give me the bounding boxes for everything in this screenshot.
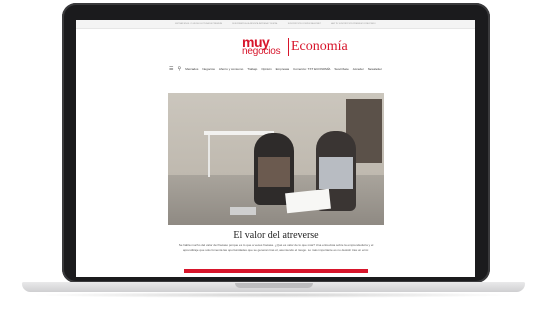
main-nav: ☰ ⚲ Mercados Negocios Ahorro y consumo T… bbox=[76, 64, 475, 74]
section-red-bar bbox=[184, 269, 368, 273]
search-icon[interactable]: ⚲ bbox=[178, 66, 182, 72]
hero-table-leg bbox=[208, 135, 210, 177]
nav-item-empresas[interactable]: Empresas bbox=[276, 67, 290, 71]
nav-item-opinion[interactable]: Opinión bbox=[261, 67, 271, 71]
article-headline[interactable]: El valor del atreverse bbox=[168, 230, 384, 241]
site-logo[interactable]: muy negocios Economía bbox=[76, 34, 475, 60]
laptop-mockup: ENTRAR EN EL CLUB DE LECTURA DE PREMIUM … bbox=[0, 0, 547, 310]
logo-economia: Economía bbox=[291, 39, 348, 54]
topbar-link[interactable]: HAZ TU SUSCRIPCIÓN PREMIUM CONECTADO bbox=[331, 23, 376, 25]
laptop-shadow bbox=[30, 292, 517, 298]
topbar-link[interactable]: SUSCRIBETE A LA REVISTA IMPRESA Y DIGITA… bbox=[232, 23, 278, 25]
nav-item-suscribete[interactable]: Suscríbete bbox=[334, 67, 348, 71]
hero-laptop bbox=[230, 207, 256, 215]
topbar-link[interactable]: ENTRAR EN EL CLUB DE LECTURA DE PREMIUM bbox=[175, 23, 222, 25]
browser-screen: ENTRAR EN EL CLUB DE LECTURA DE PREMIUM … bbox=[76, 20, 475, 277]
nav-item-negocios[interactable]: Negocios bbox=[202, 67, 215, 71]
nav-item-ahorro[interactable]: Ahorro y consumo bbox=[219, 67, 243, 71]
hero-image[interactable] bbox=[168, 93, 384, 225]
laptop-notch bbox=[235, 283, 313, 288]
article-teaser: Se habla mucho del valor del fracaso por… bbox=[178, 243, 374, 252]
logo-divider bbox=[288, 38, 289, 56]
top-utility-bar: ENTRAR EN EL CLUB DE LECTURA DE PREMIUM … bbox=[76, 20, 475, 29]
nav-item-newsletter[interactable]: Newsletter bbox=[368, 67, 382, 71]
nav-item-mercados[interactable]: Mercados bbox=[185, 67, 198, 71]
nav-item-trabajo[interactable]: Trabajo bbox=[247, 67, 257, 71]
nav-item-acceder[interactable]: Acceder bbox=[353, 67, 364, 71]
nav-item-comercio[interactable]: Comercio: TXT ECONOMÍA bbox=[293, 67, 330, 71]
topbar-link[interactable]: SUSCRIPCIÓN COMPLETA A ZINET bbox=[288, 23, 321, 25]
logo-negocios: negocios bbox=[242, 46, 281, 57]
menu-icon[interactable]: ☰ bbox=[169, 66, 173, 72]
